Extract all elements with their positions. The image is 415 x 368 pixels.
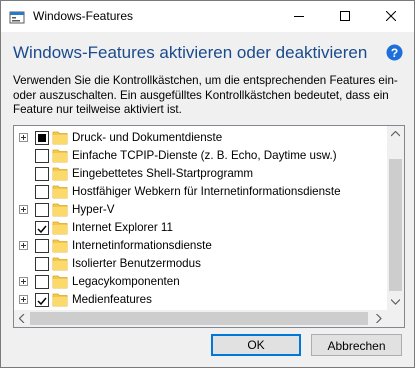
feature-row[interactable]: Eingebettetes Shell-Startprogramm	[14, 165, 387, 183]
scroll-up-icon[interactable]	[391, 131, 400, 137]
svg-text:?: ?	[391, 46, 398, 60]
help-icon[interactable]: ?	[386, 44, 403, 61]
feature-row[interactable]: Einfache TCPIP-Dienste (z. B. Echo, Dayt…	[14, 147, 387, 165]
feature-row[interactable]: Hyper-V	[14, 201, 387, 219]
feature-checkbox[interactable]	[35, 275, 49, 289]
folder-icon	[52, 239, 68, 253]
feature-label: Hostfähiger Webkern für Internetinformat…	[72, 185, 341, 198]
feature-label: Legacykomponenten	[72, 275, 180, 288]
feature-row[interactable]: Isolierter Benutzermodus	[14, 255, 387, 273]
feature-row[interactable]: Internet Explorer 11	[14, 219, 387, 237]
scroll-left-icon[interactable]	[19, 314, 25, 323]
instructions-line-3: Feature nur teilweise aktiviert ist.	[13, 103, 182, 116]
scroll-down-icon[interactable]	[391, 299, 400, 305]
feature-checkbox[interactable]	[35, 149, 49, 163]
close-button[interactable]	[368, 1, 414, 32]
folder-icon	[52, 203, 68, 217]
expand-plus-icon[interactable]	[19, 295, 28, 304]
folder-icon	[52, 257, 68, 271]
feature-checkbox[interactable]	[35, 257, 49, 271]
feature-checkbox[interactable]	[35, 221, 49, 235]
feature-label: Hyper-V	[72, 203, 115, 216]
window-title: Windows-Features	[33, 9, 134, 23]
maximize-button[interactable]	[322, 1, 368, 32]
checkmark-icon	[37, 297, 47, 306]
folder-icon	[52, 167, 68, 181]
minimize-icon	[294, 16, 304, 17]
maximize-icon	[340, 11, 350, 21]
ok-button[interactable]: OK	[211, 334, 301, 356]
vertical-scroll-thumb[interactable]	[389, 159, 402, 291]
feature-label: Eingebettetes Shell-Startprogramm	[72, 167, 254, 180]
feature-checkbox[interactable]	[35, 293, 49, 307]
feature-checkbox[interactable]	[35, 239, 49, 253]
folder-icon	[52, 149, 68, 163]
feature-label: Einfache TCPIP-Dienste (z. B. Echo, Dayt…	[72, 149, 337, 162]
folder-icon	[52, 275, 68, 289]
partial-fill	[38, 134, 46, 142]
expand-plus-icon[interactable]	[19, 241, 28, 250]
minimize-button[interactable]	[276, 1, 322, 32]
windows-features-dialog: Windows-Features Windows-Features aktivi…	[0, 0, 415, 368]
folder-icon	[52, 293, 68, 307]
instructions-line-1: Verwenden Sie die Kontrollkästchen, um d…	[13, 74, 398, 87]
windows-features-app-icon	[9, 11, 25, 24]
cancel-button[interactable]: Abbrechen	[311, 334, 402, 356]
expand-plus-icon[interactable]	[19, 205, 28, 214]
features-tree[interactable]: Druck- und Dokumentdienste Einfache TCPIP…	[13, 125, 405, 328]
feature-label: Internet Explorer 11	[72, 221, 173, 234]
feature-row[interactable]: Legacykomponenten	[14, 273, 387, 291]
feature-label: Medienfeatures	[72, 293, 152, 306]
expand-plus-icon[interactable]	[19, 277, 28, 286]
feature-checkbox[interactable]	[35, 167, 49, 181]
folder-icon	[52, 185, 68, 199]
horizontal-scrollbar[interactable]	[14, 310, 387, 327]
title-bar[interactable]: Windows-Features	[1, 1, 414, 32]
instructions-text: Verwenden Sie die Kontrollkästchen, um d…	[13, 74, 405, 118]
expand-plus-icon[interactable]	[19, 133, 28, 142]
feature-row[interactable]: Internetinformationsdienste	[14, 237, 387, 255]
checkmark-icon	[37, 225, 47, 234]
feature-row[interactable]: Druck- und Dokumentdienste	[14, 129, 387, 147]
feature-row[interactable]: Hostfähiger Webkern für Internetinformat…	[14, 183, 387, 201]
dialog-heading: Windows-Features aktivieren oder deaktiv…	[13, 43, 368, 62]
scroll-right-icon[interactable]	[376, 314, 382, 323]
feature-label: Druck- und Dokumentdienste	[72, 131, 223, 144]
close-icon	[386, 11, 396, 21]
feature-checkbox[interactable]	[35, 203, 49, 217]
instructions-line-2: oder auszuschalten. Ein ausgefülltes Kon…	[13, 88, 389, 102]
vertical-scrollbar[interactable]	[387, 126, 404, 310]
feature-row[interactable]: Medienfeatures	[14, 291, 387, 309]
scrollbar-corner	[387, 310, 404, 327]
horizontal-scroll-thumb[interactable]	[30, 312, 368, 325]
folder-icon	[52, 221, 68, 235]
feature-checkbox[interactable]	[35, 185, 49, 199]
feature-checkbox[interactable]	[35, 131, 49, 145]
feature-label: Internetinformationsdienste	[72, 239, 212, 252]
folder-icon	[52, 131, 68, 145]
feature-label: Isolierter Benutzermodus	[72, 257, 201, 270]
